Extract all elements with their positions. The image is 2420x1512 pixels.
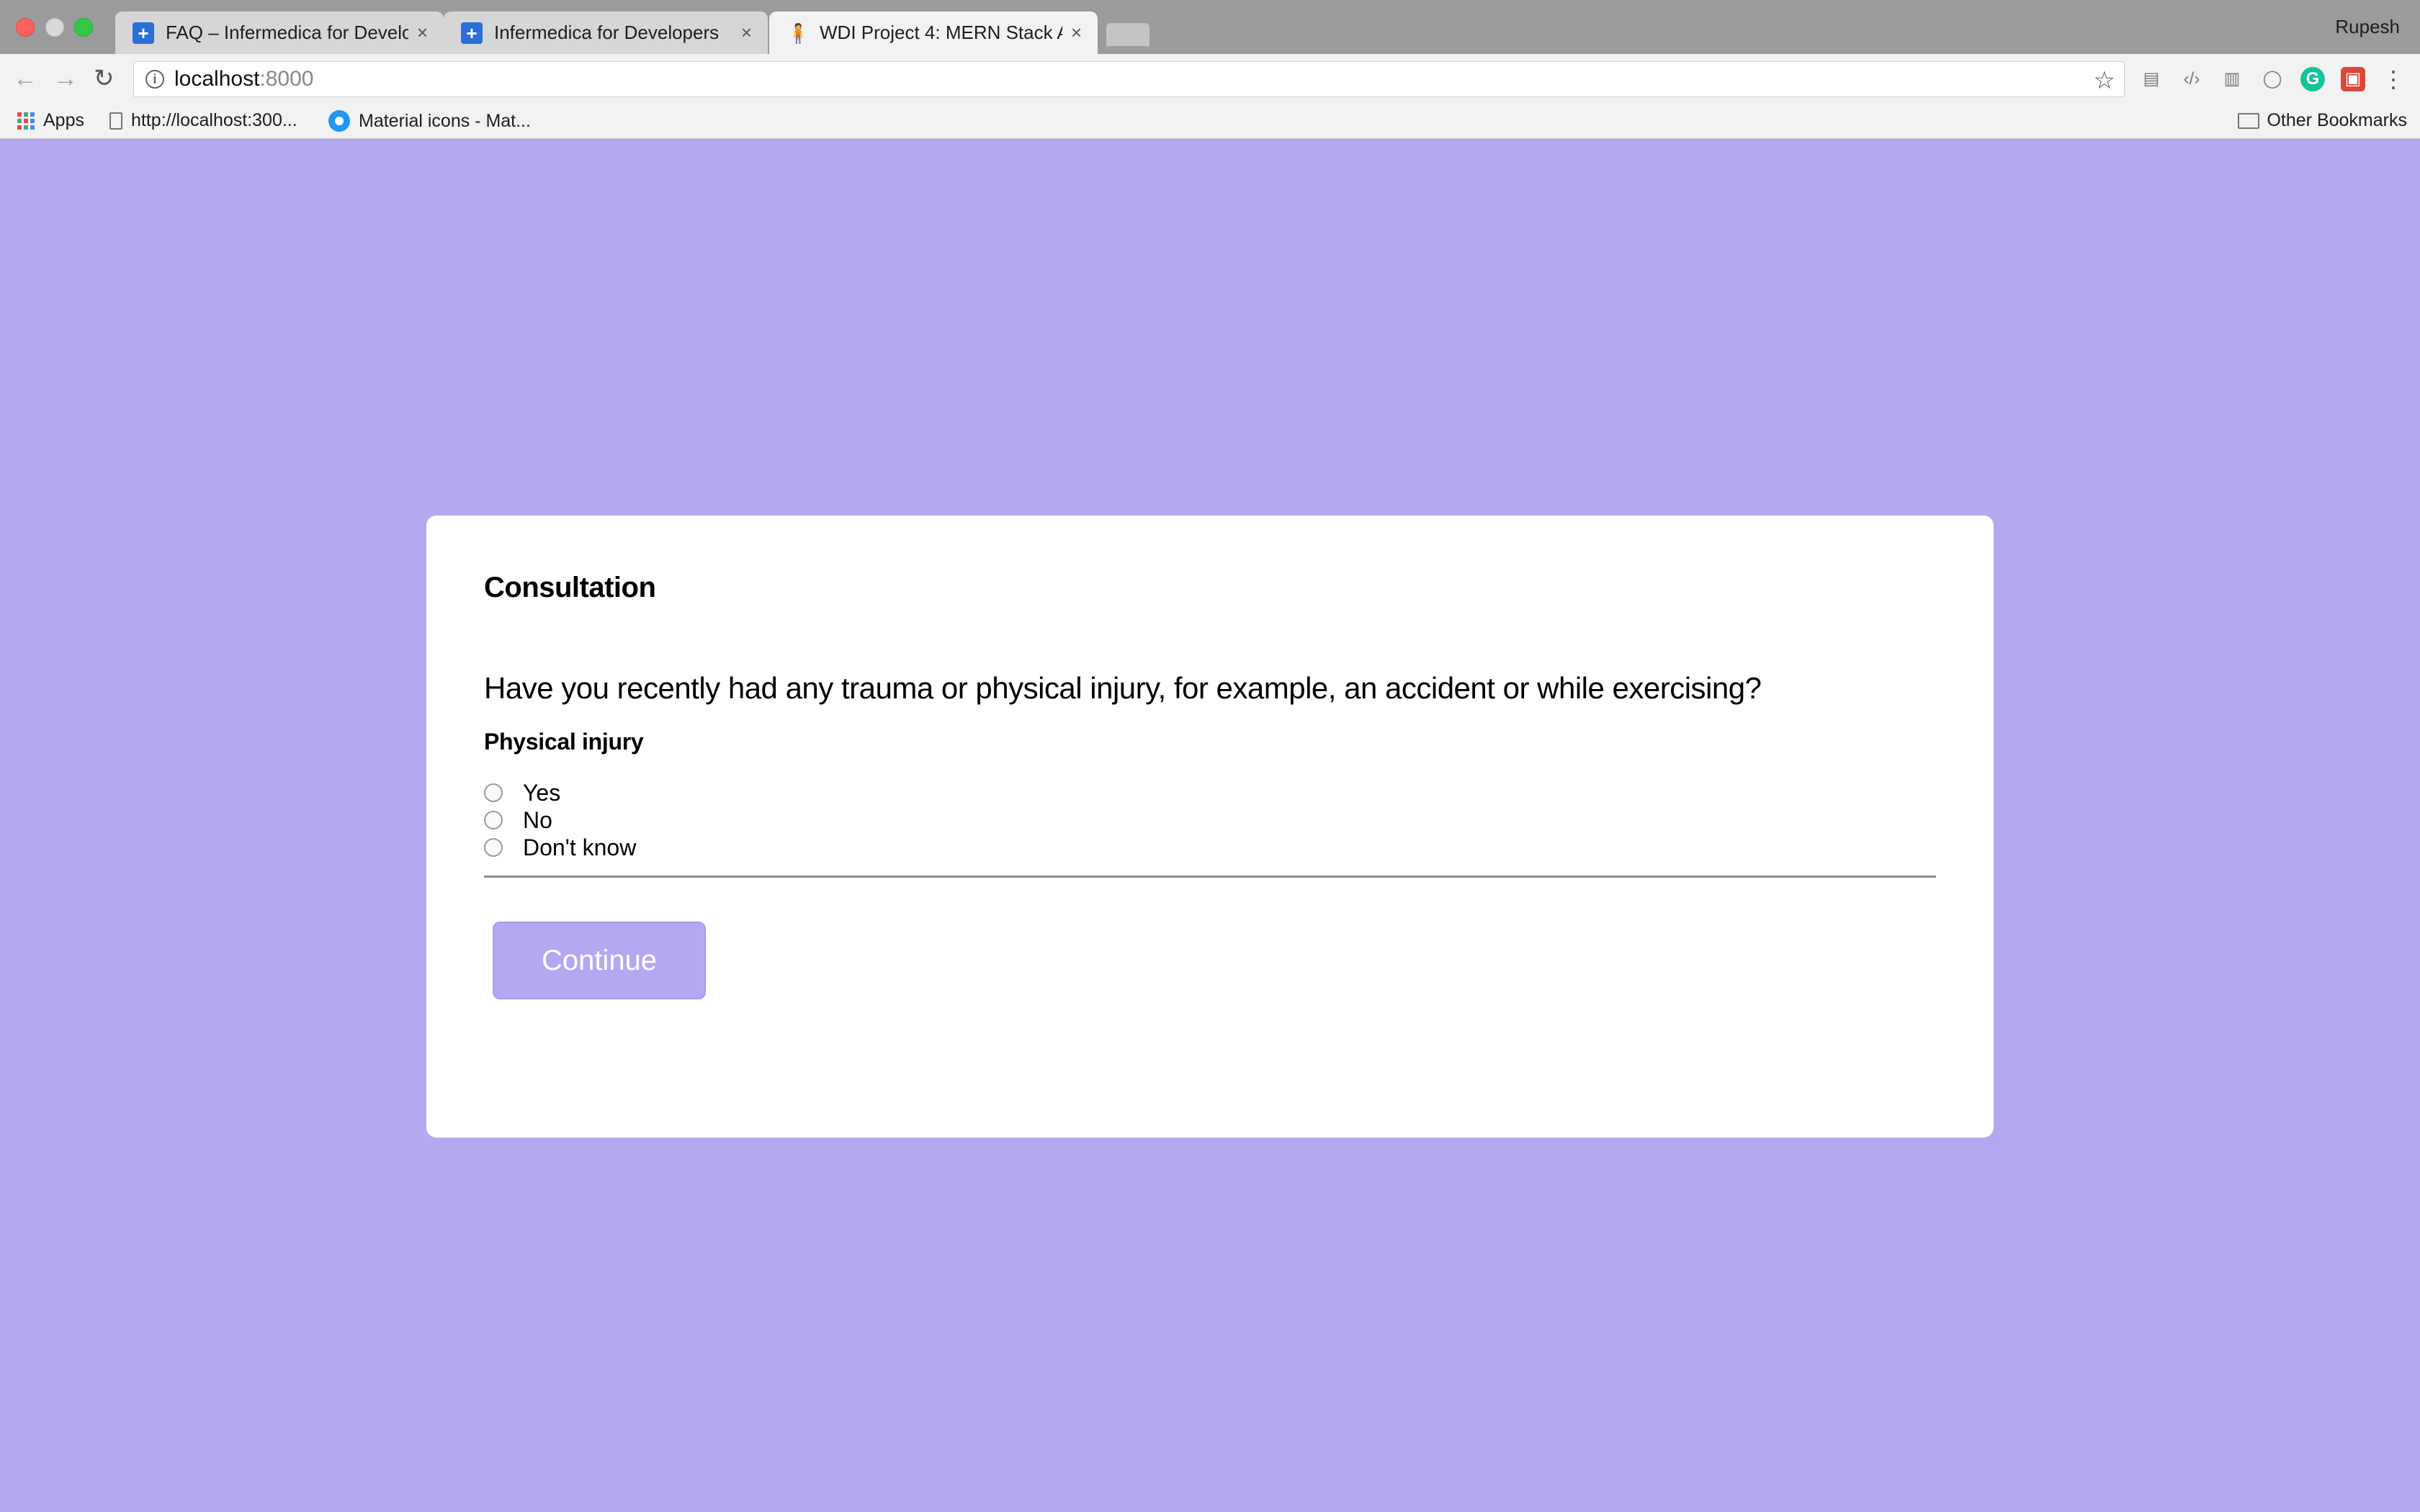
page-title: Consultation (484, 572, 656, 603)
continue-button[interactable]: Continue (493, 922, 706, 999)
bookmark-material-icons[interactable]: Material icons - Mat... (328, 110, 531, 132)
close-icon[interactable]: × (417, 22, 428, 44)
red-extension-icon[interactable]: ▣ (2341, 67, 2365, 91)
bookmark-label: Apps (43, 110, 84, 130)
material-icons-icon (328, 110, 350, 132)
bookmarks-bar: Apps http://localhost:300... Material ic… (0, 104, 2420, 139)
profile-name[interactable]: Rupesh (2335, 16, 2400, 38)
url-host: localhost (174, 67, 260, 91)
apps-grid-icon (17, 112, 35, 130)
tab-title: Infermedica for Developers (494, 22, 720, 43)
bookmark-label: Material icons - Mat... (359, 110, 531, 131)
tab-infermedica[interactable]: + Infermedica for Developers × (444, 12, 768, 54)
bookmark-label: http://localhost:300... (131, 110, 297, 130)
browser-chrome: + FAQ – Infermedica for Developers × + I… (0, 0, 2420, 139)
tab-faq[interactable]: + FAQ – Infermedica for Developers × (115, 12, 444, 54)
question-subtitle: Physical injury (484, 729, 644, 755)
info-icon[interactable]: i (145, 70, 164, 89)
tab-title: WDI Project 4: MERN Stack Ap (820, 22, 1062, 43)
divider (484, 876, 1936, 878)
circle-extension-icon[interactable]: ◯ (2260, 67, 2285, 91)
document-icon (109, 112, 122, 130)
grammarly-icon[interactable]: G (2300, 67, 2325, 91)
other-bookmarks-label: Other Bookmarks (2267, 110, 2407, 130)
radio-button[interactable] (484, 838, 503, 857)
layout-extension-icon[interactable]: ▥ (2220, 67, 2244, 91)
reload-icon[interactable]: ↻ (94, 64, 115, 93)
tab-strip: + FAQ – Infermedica for Developers × + I… (0, 0, 2420, 54)
minimize-window-button[interactable] (45, 18, 64, 37)
bookmark-star-icon[interactable]: ☆ (2094, 66, 2115, 95)
more-menu-icon[interactable]: ⋮ (2381, 67, 2406, 91)
option-label: Don't know (523, 834, 637, 860)
folder-icon (2238, 112, 2260, 129)
maximize-window-button[interactable] (74, 18, 93, 37)
browser-toolbar: ← → ↻ i localhost:8000 ☆ ▤ ‹/› ▥ ◯ G ▣ ⋮ (0, 54, 2420, 104)
person-icon: 🧍 (786, 22, 810, 44)
radio-button[interactable] (484, 811, 503, 829)
close-window-button[interactable] (16, 18, 35, 37)
back-arrow-icon[interactable]: ← (13, 64, 37, 93)
tab-title: FAQ – Infermedica for Developers (166, 22, 408, 43)
option-dont-know[interactable]: Don't know (484, 834, 636, 861)
answer-options: Yes No Don't know (484, 779, 636, 861)
bookmark-localhost[interactable]: http://localhost:300... (109, 110, 297, 131)
option-yes[interactable]: Yes (484, 779, 636, 806)
option-label: No (523, 806, 552, 833)
tab-wdi-project[interactable]: 🧍 WDI Project 4: MERN Stack Ap × (769, 12, 1098, 54)
close-icon[interactable]: × (1071, 22, 1082, 44)
code-extension-icon[interactable]: ‹/› (2179, 67, 2204, 91)
option-no[interactable]: No (484, 806, 636, 834)
plus-icon: + (133, 22, 154, 44)
plus-icon: + (461, 22, 483, 44)
other-bookmarks[interactable]: Other Bookmarks (2238, 110, 2407, 131)
new-tab-button[interactable] (1106, 23, 1150, 46)
address-bar[interactable]: i localhost:8000 ☆ (133, 61, 2125, 97)
url-port: :8000 (259, 67, 314, 91)
bookmark-apps[interactable]: Apps (17, 110, 84, 131)
consultation-card: Consultation Have you recently had any t… (426, 516, 1994, 1138)
option-label: Yes (523, 779, 561, 806)
page-extension-icon[interactable]: ▤ (2139, 67, 2164, 91)
question-text: Have you recently had any trauma or phys… (484, 671, 1762, 705)
close-icon[interactable]: × (741, 22, 752, 44)
radio-button[interactable] (484, 783, 503, 802)
forward-arrow-icon[interactable]: → (53, 64, 78, 93)
